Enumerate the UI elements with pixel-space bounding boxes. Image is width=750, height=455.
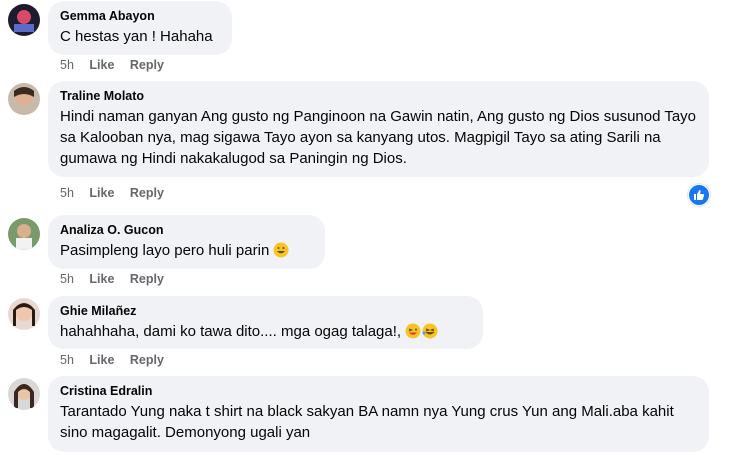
grinning-face-icon (273, 242, 289, 264)
like-button[interactable]: Like (89, 353, 114, 367)
comment-time[interactable]: 5h (60, 186, 74, 200)
reply-button[interactable]: Reply (130, 186, 164, 200)
reply-button[interactable]: Reply (130, 353, 164, 367)
comment-time[interactable]: 5h (60, 58, 74, 72)
comment-text: C hestas yan ! Hahaha (60, 28, 213, 45)
comment-actions: 5h Like Reply (60, 272, 176, 286)
comment-bubble: Ghie Milañez hahahhaha, dami ko tawa dit… (48, 296, 483, 349)
comment-bubble: Traline Molato Hindi naman ganyan Ang gu… (48, 81, 709, 177)
comment-bubble: Cristina Edralin Tarantado Yung naka t s… (48, 376, 709, 452)
avatar[interactable] (8, 298, 40, 330)
comment-author[interactable]: Cristina Edralin (60, 383, 697, 399)
avatar[interactable] (8, 83, 40, 115)
like-reaction-icon[interactable] (688, 184, 710, 206)
comment-text: Tarantado Yung naka t shirt na black sak… (60, 403, 674, 441)
comment-author[interactable]: Gemma Abayon (60, 8, 220, 24)
comment-actions: 5h Like Reply (60, 58, 176, 72)
comment-author[interactable]: Ghie Milañez (60, 303, 471, 319)
comment-author[interactable]: Traline Molato (60, 88, 697, 104)
comment-time[interactable]: 5h (60, 272, 74, 286)
reply-button[interactable]: Reply (130, 272, 164, 286)
comment-author[interactable]: Analiza O. Gucon (60, 222, 313, 238)
comment-text: Hindi naman ganyan Ang gusto ng Panginoo… (60, 108, 697, 167)
laughing-emojis-icon (405, 323, 439, 345)
comment-time[interactable]: 5h (60, 353, 74, 367)
like-button[interactable]: Like (89, 58, 114, 72)
comment-text: hahahhaha, dami ko tawa dito.... mga oga… (60, 321, 471, 345)
comment-bubble: Analiza O. Gucon Pasimpleng layo pero hu… (48, 215, 325, 269)
reply-button[interactable]: Reply (130, 58, 164, 72)
like-button[interactable]: Like (89, 186, 114, 200)
avatar[interactable] (8, 4, 40, 36)
like-button[interactable]: Like (89, 272, 114, 286)
comment-text: Pasimpleng layo pero huli parin (60, 240, 313, 264)
comment-actions: 5h Like Reply (60, 186, 176, 200)
avatar[interactable] (8, 378, 40, 410)
comment-actions: 5h Like Reply (60, 353, 176, 367)
avatar[interactable] (8, 218, 40, 250)
comment-bubble: Gemma Abayon C hestas yan ! Hahaha (48, 1, 232, 55)
